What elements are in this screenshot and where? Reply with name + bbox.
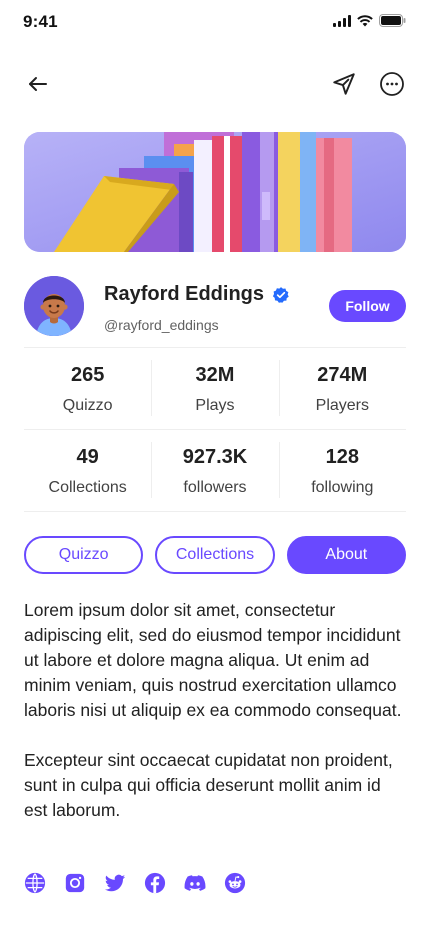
stats-row-2: 49 Collections 927.3K followers 128 foll… <box>24 440 406 500</box>
stat-label: Players <box>315 397 369 414</box>
divider <box>24 511 406 512</box>
stat-players[interactable]: 274M Players <box>278 358 406 418</box>
follow-button[interactable]: Follow <box>329 290 406 322</box>
status-icons <box>333 14 406 27</box>
profile-name: Rayford Eddings <box>104 283 265 305</box>
stat-label: Collections <box>48 479 127 496</box>
stat-followers[interactable]: 927.3K followers <box>151 440 278 500</box>
stat-value: 32M <box>195 364 235 386</box>
top-bar <box>0 64 430 104</box>
stat-label: Plays <box>195 397 235 414</box>
stat-label: Quizzo <box>62 397 113 414</box>
discord-link[interactable] <box>184 872 206 894</box>
avatar-illustration <box>24 276 84 336</box>
tab-collections[interactable]: Collections <box>155 536 275 574</box>
reddit-icon <box>224 872 246 894</box>
stat-label: following <box>311 479 374 496</box>
website-link[interactable] <box>24 872 46 894</box>
cellular-signal-icon <box>333 14 351 27</box>
facebook-icon <box>144 872 166 894</box>
stat-value: 265 <box>70 364 105 386</box>
stat-collections[interactable]: 49 Collections <box>24 440 151 500</box>
status-bar: 9:41 <box>0 0 430 44</box>
stat-quizzo[interactable]: 265 Quizzo <box>24 358 151 418</box>
divider <box>24 429 406 430</box>
stat-value: 274M <box>317 364 368 386</box>
twitter-link[interactable] <box>104 872 126 894</box>
more-button[interactable] <box>376 68 408 100</box>
divider <box>24 347 406 348</box>
stat-following[interactable]: 128 following <box>278 440 406 500</box>
arrow-left-icon <box>29 77 47 91</box>
more-horizontal-icon <box>380 72 404 96</box>
avatar <box>24 276 84 336</box>
twitter-icon <box>104 874 126 892</box>
globe-icon <box>24 872 46 894</box>
profile-banner-image <box>24 132 406 252</box>
stat-label: followers <box>183 479 247 496</box>
stat-plays[interactable]: 32M Plays <box>151 358 278 418</box>
instagram-link[interactable] <box>64 872 86 894</box>
wifi-icon <box>357 14 373 26</box>
tab-about[interactable]: About <box>286 536 406 574</box>
discord-icon <box>184 875 206 891</box>
status-time: 9:41 <box>23 12 58 31</box>
share-button[interactable] <box>328 68 360 100</box>
facebook-link[interactable] <box>144 872 166 894</box>
send-icon <box>333 73 355 95</box>
about-paragraph: Excepteur sint occaecat cupidatat non pr… <box>24 750 393 820</box>
verified-badge-icon <box>272 286 289 303</box>
about-paragraph: Lorem ipsum dolor sit amet, consectetur … <box>24 600 402 720</box>
profile-tabs: Quizzo Collections About <box>24 536 406 574</box>
stat-value: 927.3K <box>182 446 248 468</box>
profile-handle: @rayford_eddings <box>104 317 219 333</box>
stat-value: 128 <box>325 446 359 468</box>
profile-name-row: Rayford Eddings <box>104 283 290 306</box>
books-illustration <box>24 132 406 252</box>
battery-icon <box>379 14 406 27</box>
back-button[interactable] <box>22 68 54 100</box>
about-section: Lorem ipsum dolor sit amet, consectetur … <box>24 598 408 823</box>
tab-quizzo[interactable]: Quizzo <box>24 536 144 574</box>
stats-row-1: 265 Quizzo 32M Plays 274M Players <box>24 358 406 418</box>
stat-value: 49 <box>76 446 99 468</box>
reddit-link[interactable] <box>224 872 246 894</box>
instagram-icon <box>65 873 85 893</box>
social-links <box>24 872 246 894</box>
